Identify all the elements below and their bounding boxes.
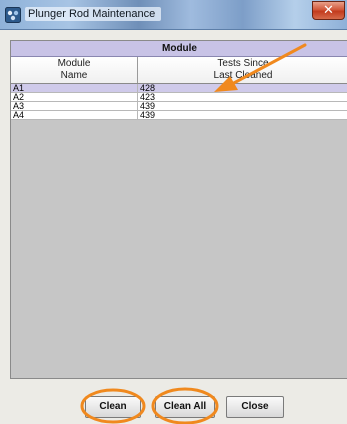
app-icon (5, 7, 21, 23)
table-row[interactable]: A4 439 (11, 111, 347, 120)
module-group-header: Module (11, 41, 347, 57)
window-close-button[interactable]: ✕ (312, 1, 345, 20)
tests-since-cleaned-cell: 439 (140, 102, 156, 111)
column-header-tests-since-last-cleaned[interactable]: Tests Since Last Cleaned (138, 57, 347, 83)
table-body: A1 428 A2 423 A3 439 A4 439 (11, 84, 347, 120)
column-headers: Module Name Tests Since Last Cleaned (11, 57, 347, 84)
clean-all-button[interactable]: Clean All (155, 396, 215, 418)
close-button[interactable]: Close (226, 396, 284, 418)
table-row[interactable]: A2 423 (11, 93, 347, 102)
title-bar: Plunger Rod Maintenance ✕ (0, 0, 347, 30)
column-header-line: Module (57, 58, 91, 69)
module-table: Module Module Name Tests Since Last Clea… (10, 40, 347, 379)
module-name-cell: A1 (11, 84, 138, 93)
table-row[interactable]: A1 428 (11, 84, 347, 93)
clean-button[interactable]: Clean (85, 396, 141, 418)
tests-since-cleaned-cell: 428 (140, 84, 156, 93)
window-title: Plunger Rod Maintenance (25, 7, 162, 21)
column-header-line: Last Cleaned (213, 70, 273, 81)
column-header-module-name[interactable]: Module Name (11, 57, 138, 83)
tests-since-cleaned-cell: 439 (140, 111, 156, 120)
module-name-cell: A2 (11, 93, 138, 102)
column-header-line: Tests Since (217, 58, 269, 69)
plunger-rod-maintenance-window: Plunger Rod Maintenance ✕ Module Module … (0, 0, 347, 424)
table-row[interactable]: A3 439 (11, 102, 347, 111)
module-name-cell: A4 (11, 111, 138, 120)
module-name-cell: A3 (11, 102, 138, 111)
column-header-line: Name (60, 70, 88, 81)
close-icon: ✕ (323, 3, 334, 18)
tests-since-cleaned-cell: 423 (140, 93, 156, 102)
